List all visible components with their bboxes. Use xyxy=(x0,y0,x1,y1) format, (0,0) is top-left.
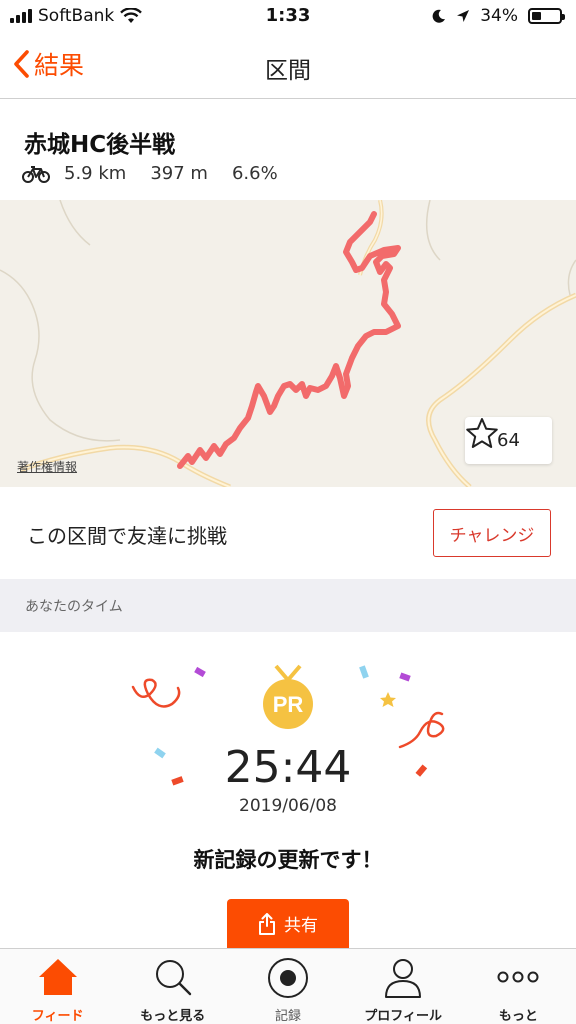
star-icon xyxy=(466,418,498,448)
result-date: 2019/06/08 xyxy=(239,796,337,816)
tab-label: もっと見る xyxy=(140,1009,206,1024)
tab-more[interactable]: もっと xyxy=(461,949,576,1024)
share-button[interactable]: 共有 xyxy=(227,899,349,948)
page-title: 区間 xyxy=(265,58,311,84)
tab-explore[interactable]: もっと見る xyxy=(115,949,230,1024)
record-icon xyxy=(267,958,308,998)
segment-distance: 5.9 km xyxy=(64,163,127,184)
segment-map[interactable]: 著作権情報 64 xyxy=(0,200,576,487)
medal-label: PR xyxy=(273,692,304,717)
result-message: 新記録の更新です！ xyxy=(193,848,383,872)
tab-label: フィード xyxy=(31,1009,84,1024)
star-button[interactable]: 64 xyxy=(465,417,552,464)
map-attribution-link[interactable]: 著作権情報 xyxy=(17,458,77,475)
status-right: 34% xyxy=(432,6,565,26)
challenge-row: この区間で友達に挑戦 チャレンジ xyxy=(0,487,576,579)
segment-route xyxy=(177,211,401,469)
battery-percent: 34% xyxy=(480,6,518,26)
tab-label: 記録 xyxy=(274,1009,301,1024)
result-card: PR 25:44 2019/06/08 新記録の更新です！ 共有 xyxy=(0,632,576,948)
more-icon xyxy=(497,971,539,983)
tab-label: プロフィール xyxy=(364,1009,443,1024)
status-bar: SoftBank 1:33 34% xyxy=(0,0,576,32)
challenge-text: この区間で友達に挑戦 xyxy=(27,524,227,548)
tab-record[interactable]: 記録 xyxy=(230,949,345,1024)
segment-grade: 6.6% xyxy=(231,163,278,184)
share-label: 共有 xyxy=(284,916,318,936)
segment-stats: 5.9 km 397 m 6.6% xyxy=(22,163,302,184)
section-header: あなたのタイム xyxy=(0,579,576,632)
navigation-bar: 結果 区間 xyxy=(0,32,576,99)
search-icon xyxy=(155,960,191,996)
tab-profile[interactable]: プロフィール xyxy=(346,949,461,1024)
pr-medal-icon: PR xyxy=(263,664,313,729)
profile-icon xyxy=(385,959,422,998)
result-time: 25:44 xyxy=(224,742,352,793)
challenge-button[interactable]: チャレンジ xyxy=(433,509,551,557)
bicycle-icon xyxy=(22,165,50,183)
segment-header: 赤城HC後半戦 5.9 km 397 m 6.6% xyxy=(0,99,576,200)
section-title: あなたのタイム xyxy=(25,599,123,615)
segment-elevation: 397 m xyxy=(150,163,208,184)
moon-icon xyxy=(432,9,446,23)
share-icon xyxy=(259,912,275,935)
location-arrow-icon xyxy=(457,10,470,22)
tab-feed[interactable]: フィード xyxy=(0,949,115,1024)
tab-bar: フィード もっと見る 記録 プロフィール もっと xyxy=(0,948,576,1024)
tab-label: もっと xyxy=(498,1009,538,1024)
battery-icon xyxy=(528,8,565,24)
home-icon xyxy=(38,959,77,995)
segment-name: 赤城HC後半戦 xyxy=(24,132,176,158)
star-count: 64 xyxy=(497,430,520,451)
